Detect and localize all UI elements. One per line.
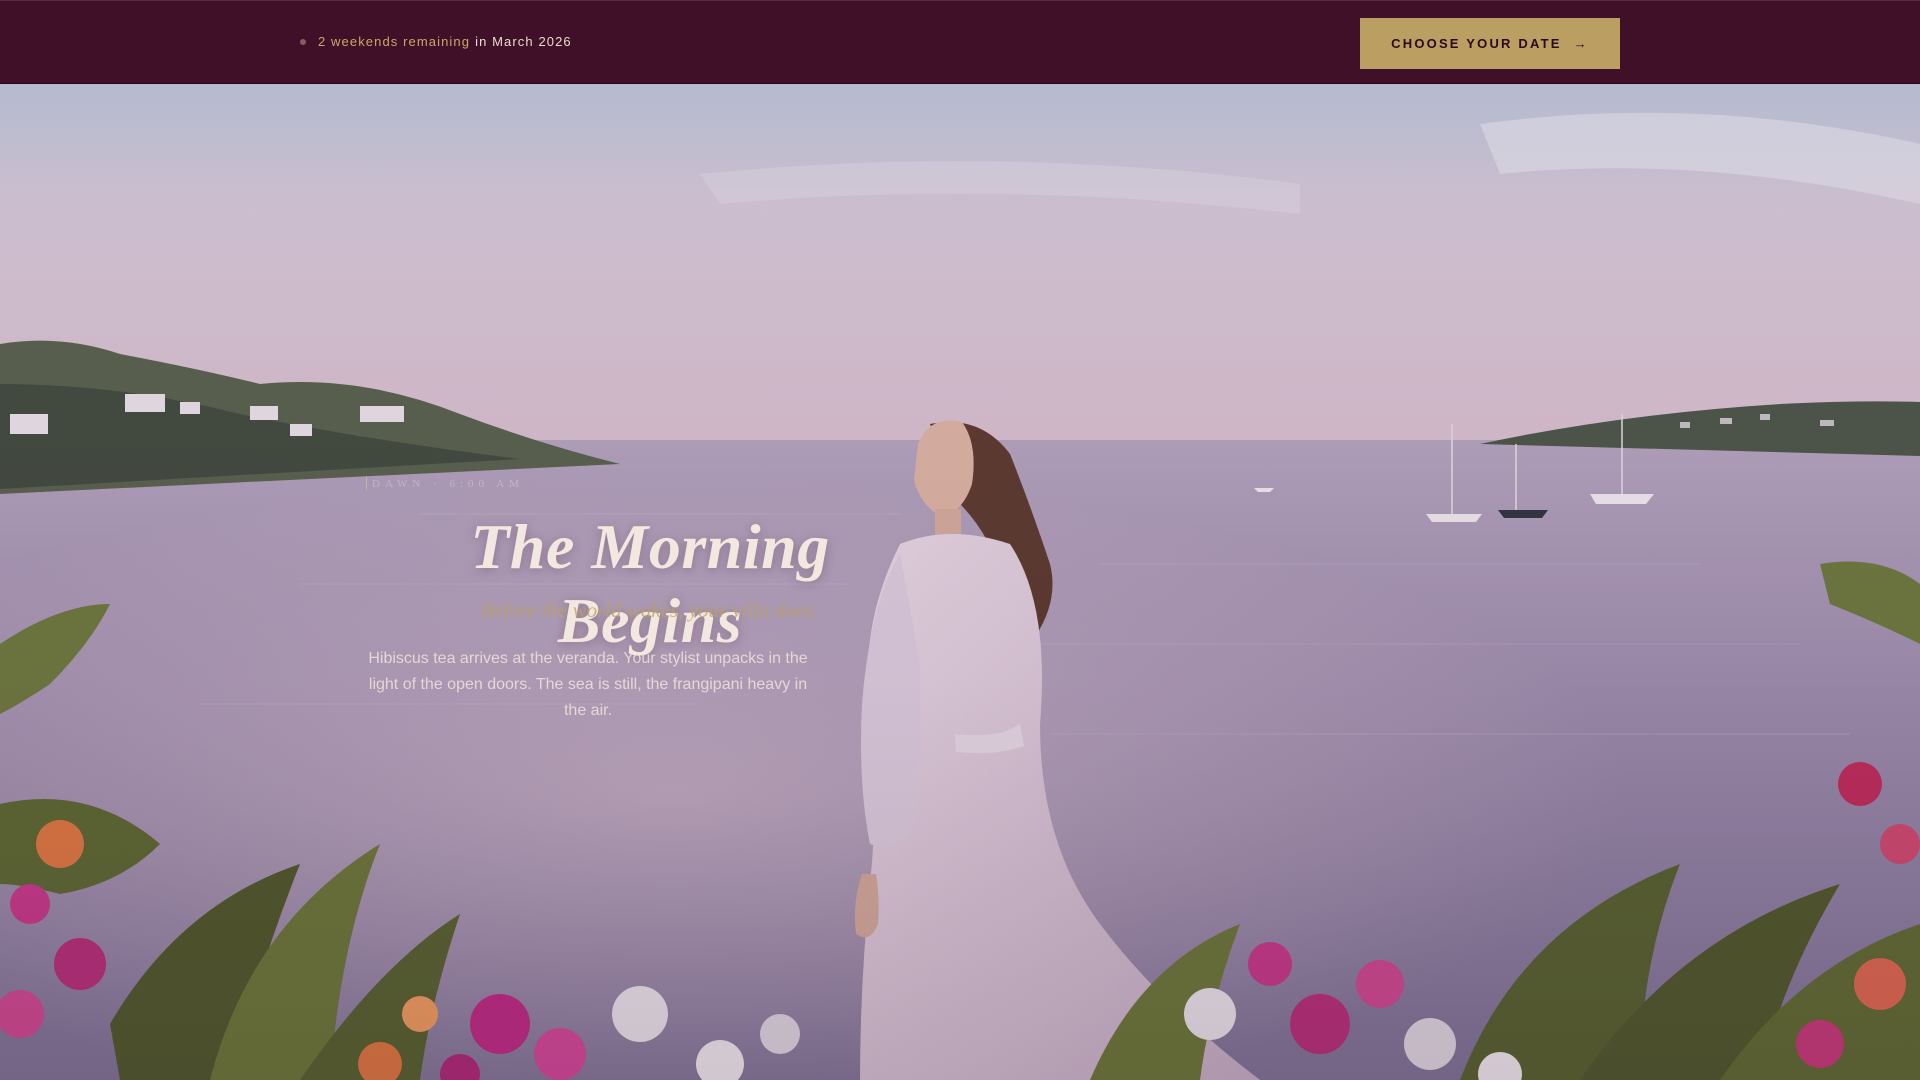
announcement-bar: 2 weekends remaining in March 2026 CHOOS… (0, 0, 1920, 84)
arrow-right-icon: → (1573, 36, 1589, 51)
availability-month-text: in March 2026 (475, 34, 572, 49)
choose-date-button[interactable]: CHOOSE YOUR DATE → (1360, 18, 1620, 69)
hero-background-image (0, 84, 1920, 1080)
eyebrow-divider (366, 476, 367, 490)
time-eyebrow: DAWN · 6:00 AM (372, 478, 524, 490)
hero-subtitle: Before the world wakes, your villa does. (481, 598, 819, 622)
hero-description: Hibiscus tea arrives at the veranda. You… (368, 650, 808, 719)
status-dot-icon (300, 38, 306, 45)
weekends-remaining-highlight: 2 weekends remaining (318, 34, 471, 49)
hero-section (0, 84, 1920, 1080)
hero-title: The Morning Begins (470, 511, 830, 656)
availability-notice: 2 weekends remaining in March 2026 (300, 34, 572, 49)
choose-date-label: CHOOSE YOUR DATE (1391, 36, 1562, 51)
